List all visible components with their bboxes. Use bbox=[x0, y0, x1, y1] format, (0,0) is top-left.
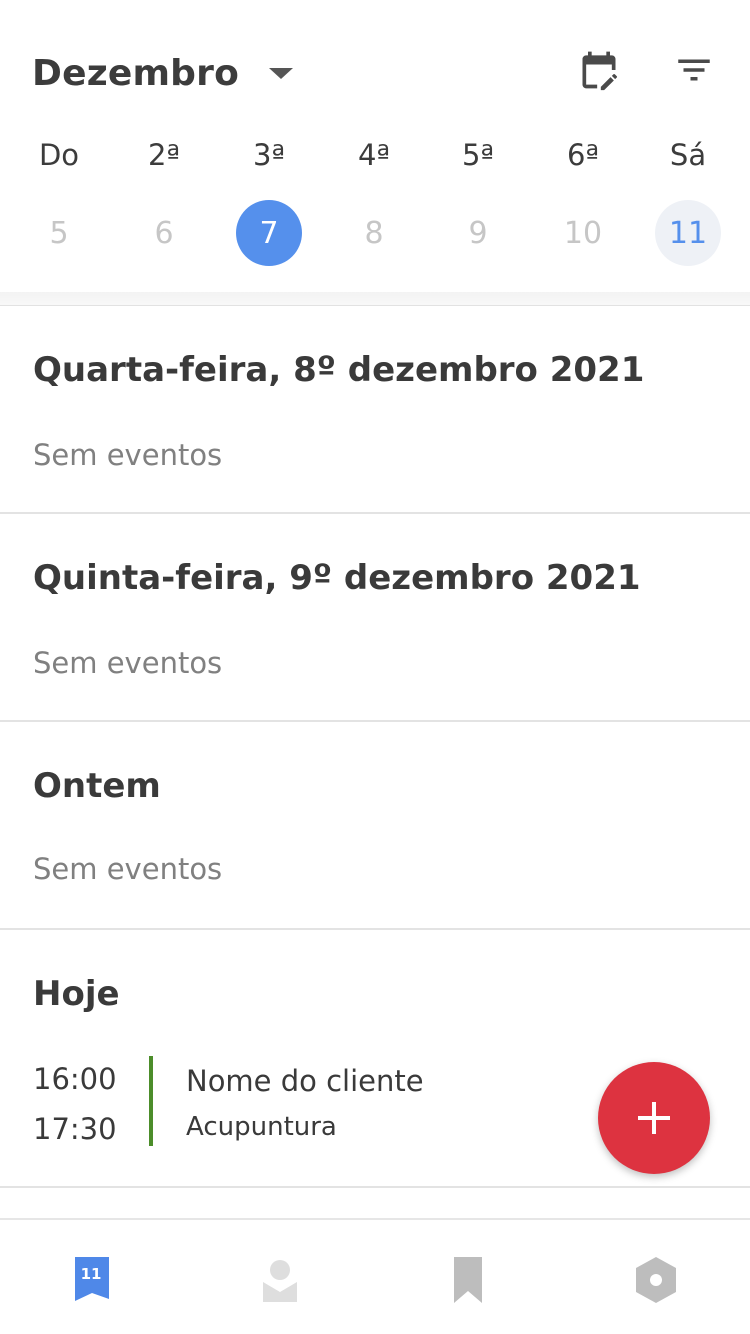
day-section: Ontem Sem eventos bbox=[0, 722, 750, 930]
nav-settings[interactable] bbox=[626, 1250, 686, 1310]
weekday-label: 4ª bbox=[357, 138, 391, 172]
day-section: Quarta-feira, 8º dezembro 2021 Sem event… bbox=[0, 306, 750, 514]
calendar-edit-icon bbox=[582, 51, 618, 91]
add-event-button[interactable] bbox=[598, 1062, 710, 1174]
weekday-label: 5ª bbox=[461, 138, 495, 172]
filter-button[interactable] bbox=[666, 42, 722, 98]
day-11-today[interactable]: 11 bbox=[655, 200, 721, 266]
no-events-text: Sem eventos bbox=[33, 852, 223, 886]
day-10[interactable]: 10 bbox=[550, 200, 616, 266]
weekday-row: Do 2ª 3ª 4ª 5ª 6ª Sá bbox=[0, 138, 750, 188]
bookmark-icon bbox=[454, 1257, 482, 1303]
day-8[interactable]: 8 bbox=[341, 200, 407, 266]
event-client-name: Nome do cliente bbox=[186, 1064, 424, 1098]
no-events-text: Sem eventos bbox=[33, 646, 223, 680]
weekday-label: 3ª bbox=[252, 138, 286, 172]
nav-clients[interactable] bbox=[250, 1250, 310, 1310]
day-9[interactable]: 9 bbox=[445, 200, 511, 266]
day-6[interactable]: 6 bbox=[131, 200, 197, 266]
settings-hex-icon bbox=[636, 1257, 676, 1303]
calendar-header: Dezembro Do 2ª 3ª 4ª 5ª 6ª Sá 5 6 7 8 9 … bbox=[0, 0, 750, 292]
day-row: 5 6 7 8 9 10 11 bbox=[0, 200, 750, 270]
caret-down-icon bbox=[269, 67, 294, 79]
filter-icon bbox=[678, 59, 710, 81]
calendar-badge: 11 bbox=[81, 1265, 102, 1283]
event-end-time: 17:30 bbox=[33, 1112, 117, 1146]
day-5[interactable]: 5 bbox=[26, 200, 92, 266]
weekday-label: Do bbox=[38, 138, 80, 172]
person-icon bbox=[263, 1260, 297, 1302]
month-selector[interactable]: Dezembro bbox=[32, 48, 294, 98]
header-divider bbox=[0, 292, 750, 306]
event-item[interactable]: 16:00 17:30 Nome do cliente Acupuntura bbox=[0, 1054, 600, 1150]
event-service: Acupuntura bbox=[186, 1112, 337, 1142]
bottom-navigation: 11 bbox=[0, 1218, 750, 1334]
day-section: Quinta-feira, 9º dezembro 2021 Sem event… bbox=[0, 514, 750, 722]
weekday-label: 6ª bbox=[566, 138, 600, 172]
section-title: Hoje bbox=[33, 974, 120, 1014]
event-color-bar bbox=[149, 1056, 153, 1146]
nav-calendar[interactable]: 11 bbox=[62, 1250, 122, 1310]
section-title: Quinta-feira, 9º dezembro 2021 bbox=[33, 558, 641, 598]
weekday-label: Sá bbox=[669, 138, 707, 172]
calendar-day-icon: 11 bbox=[75, 1257, 109, 1301]
day-7-selected[interactable]: 7 bbox=[236, 200, 302, 266]
calendar-edit-button[interactable] bbox=[571, 42, 627, 98]
nav-saved[interactable] bbox=[438, 1250, 498, 1310]
section-title: Quarta-feira, 8º dezembro 2021 bbox=[33, 350, 645, 390]
section-title: Ontem bbox=[33, 766, 161, 806]
month-label: Dezembro bbox=[32, 52, 240, 94]
event-start-time: 16:00 bbox=[33, 1062, 117, 1096]
weekday-label: 2ª bbox=[147, 138, 181, 172]
no-events-text: Sem eventos bbox=[33, 438, 223, 472]
plus-icon bbox=[638, 1102, 670, 1134]
